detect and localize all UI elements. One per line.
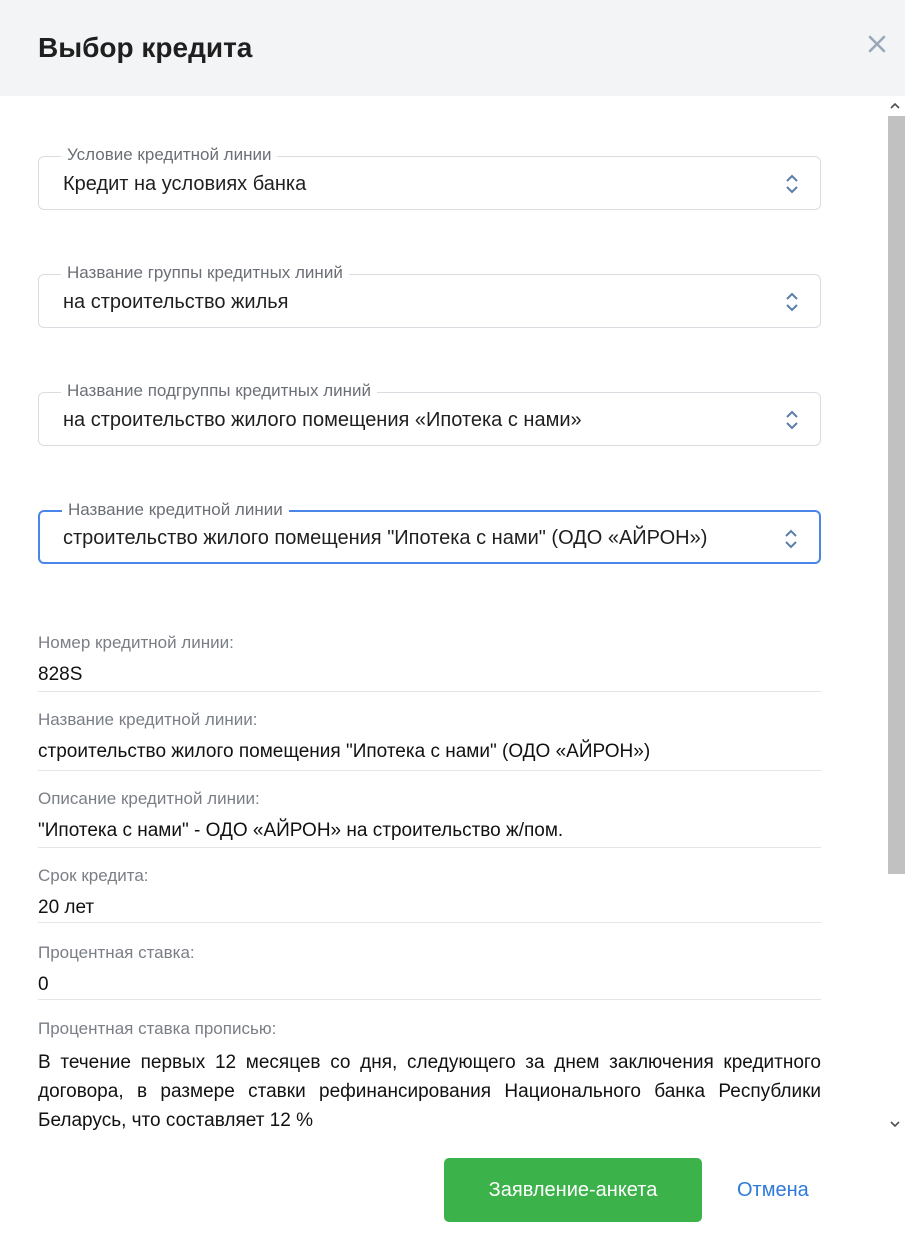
- chevron-up-down-icon: [786, 410, 798, 430]
- field-label: Условие кредитной линии: [61, 144, 278, 166]
- dialog-header: Выбор кредита: [0, 0, 905, 96]
- dialog-footer: Заявление-анкета Отмена: [0, 1134, 905, 1245]
- credit-group-select[interactable]: Название группы кредитных линий на строи…: [38, 262, 821, 328]
- info-credit-line-description: Описание кредитной линии: "Ипотека с нам…: [38, 788, 821, 848]
- credit-line-select[interactable]: Название кредитной линии строительство ж…: [38, 499, 821, 564]
- info-interest-rate-text: Процентная ставка прописью: В течение пе…: [38, 1018, 821, 1134]
- chevron-up-down-icon: [785, 529, 797, 549]
- info-label: Процентная ставка прописью:: [38, 1019, 277, 1038]
- info-credit-line-number: Номер кредитной линии: 828S: [38, 632, 821, 692]
- scroll-down-button[interactable]: [885, 1114, 905, 1134]
- application-form-button[interactable]: Заявление-анкета: [444, 1158, 702, 1222]
- credit-condition-select[interactable]: Условие кредитной линии Кредит на услови…: [38, 144, 821, 210]
- field-label: Название группы кредитных линий: [61, 262, 349, 284]
- scroll-up-button[interactable]: [885, 96, 905, 116]
- info-label: Номер кредитной линии:: [38, 633, 234, 652]
- close-button[interactable]: [863, 30, 891, 58]
- info-label: Описание кредитной линии:: [38, 789, 260, 808]
- scrollbar-thumb[interactable]: [888, 116, 905, 874]
- info-value: 828S: [38, 664, 83, 685]
- info-value: В течение первых 12 месяцев со дня, след…: [38, 1052, 821, 1131]
- credit-subgroup-select[interactable]: Название подгруппы кредитных линий на ст…: [38, 380, 821, 446]
- info-value: строительство жилого помещения "Ипотека …: [38, 741, 651, 762]
- info-interest-rate: Процентная ставка: 0: [38, 942, 821, 1000]
- info-value: 20 лет: [38, 897, 95, 918]
- info-value: 0: [38, 974, 49, 995]
- cancel-button[interactable]: Отмена: [737, 1158, 809, 1222]
- field-value: на строительство жилого помещения «Ипоте…: [63, 409, 582, 431]
- field-value: Кредит на условиях банка: [63, 173, 307, 195]
- field-label: Название кредитной линии: [62, 499, 289, 521]
- dialog-title: Выбор кредита: [38, 32, 253, 63]
- info-credit-line-name: Название кредитной линии: строительство …: [38, 709, 821, 771]
- field-value: на строительство жилья: [63, 291, 289, 313]
- close-icon: [868, 35, 886, 53]
- info-label: Срок кредита:: [38, 866, 149, 885]
- chevron-up-down-icon: [786, 292, 798, 312]
- info-credit-term: Срок кредита: 20 лет: [38, 865, 821, 923]
- info-label: Процентная ставка:: [38, 943, 195, 962]
- field-label: Название подгруппы кредитных линий: [61, 380, 378, 402]
- chevron-down-icon: [890, 1121, 900, 1128]
- vertical-scrollbar[interactable]: [885, 96, 905, 1134]
- credit-selection-dialog: Выбор кредита Условие кредитной линии Кр…: [0, 0, 905, 1245]
- dialog-body[interactable]: Условие кредитной линии Кредит на услови…: [0, 96, 905, 1134]
- info-label: Название кредитной линии:: [38, 710, 258, 729]
- chevron-up-down-icon: [786, 174, 798, 194]
- info-value: "Ипотека с нами" - ОДО «АЙРОН» на строит…: [38, 820, 564, 841]
- field-value: строительство жилого помещения "Ипотека …: [63, 527, 708, 549]
- chevron-up-icon: [890, 102, 900, 109]
